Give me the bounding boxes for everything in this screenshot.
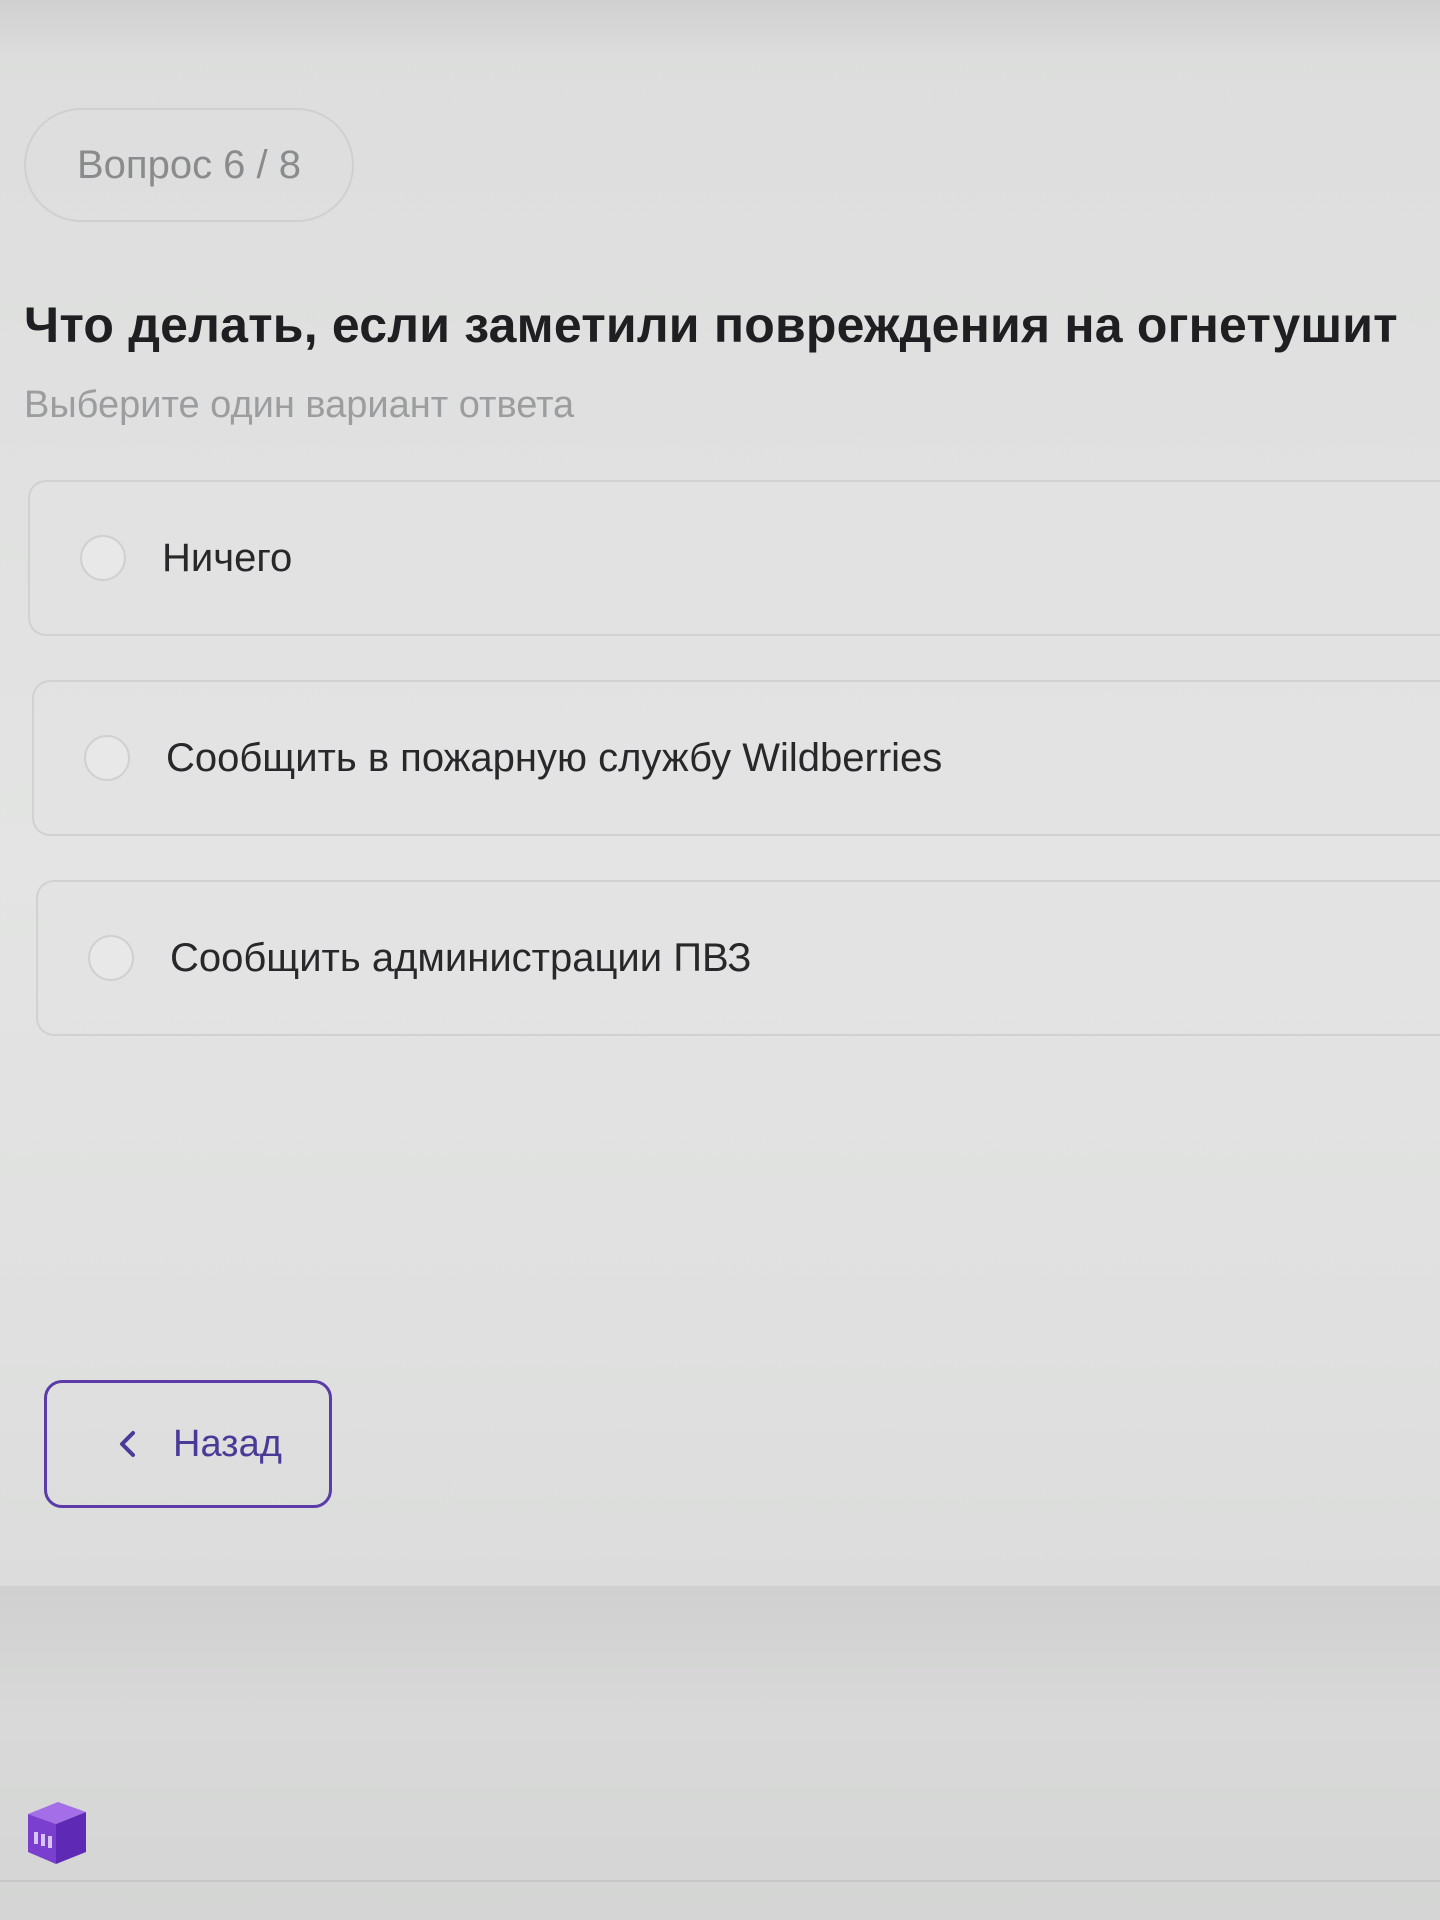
divider [0, 1880, 1440, 1882]
back-button-label: Назад [173, 1422, 282, 1465]
answer-option[interactable]: Сообщить в пожарную службу Wildberries [32, 680, 1440, 836]
back-button[interactable]: Назад [44, 1380, 332, 1508]
answer-option[interactable]: Сообщить администрации ПВЗ [36, 880, 1440, 1036]
radio-button[interactable] [84, 735, 130, 781]
answer-option-label: Ничего [162, 535, 293, 580]
question-counter: Вопрос 6 / 8 [24, 108, 354, 222]
answer-options: Ничего Сообщить в пожарную службу Wildbe… [28, 480, 1440, 1080]
wildberries-box-logo-icon[interactable] [14, 1792, 92, 1870]
top-shade [0, 0, 1440, 60]
question-title: Что делать, если заметили повреждения на… [24, 297, 1398, 353]
chevron-left-icon [120, 1431, 135, 1457]
page-footer-area [0, 1586, 1440, 1920]
answer-option[interactable]: Ничего [28, 480, 1440, 636]
answer-option-label: Сообщить администрации ПВЗ [170, 935, 752, 980]
question-hint: Выберите один вариант ответа [24, 384, 575, 426]
answer-option-label: Сообщить в пожарную службу Wildberries [166, 735, 943, 780]
radio-button[interactable] [80, 535, 126, 581]
radio-button[interactable] [88, 935, 134, 981]
question-counter-text: Вопрос 6 / 8 [76, 142, 302, 187]
